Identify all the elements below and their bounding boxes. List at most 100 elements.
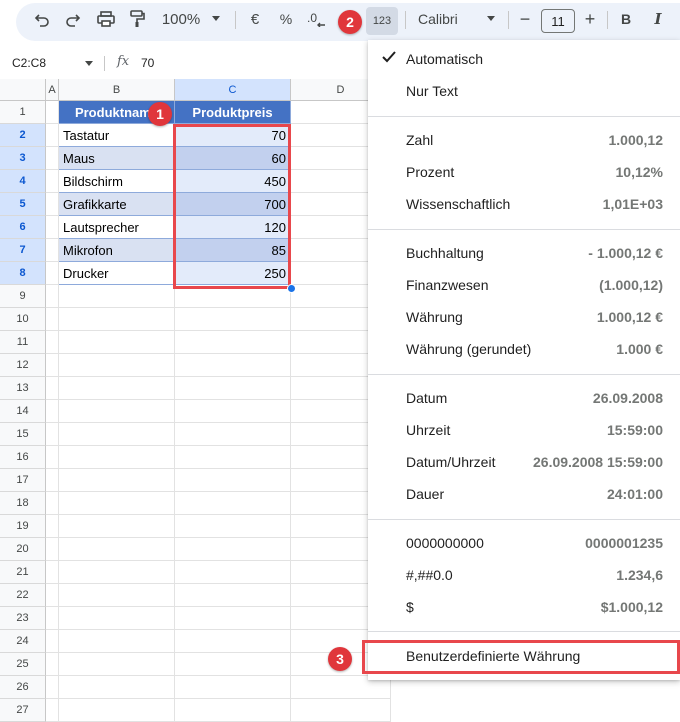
- row-header[interactable]: 14: [0, 400, 46, 423]
- grid-cell[interactable]: [46, 193, 59, 216]
- product-name-cell[interactable]: Maus: [59, 147, 175, 170]
- column-header-c[interactable]: C: [175, 79, 291, 101]
- grid-cell[interactable]: [46, 216, 59, 239]
- row-header[interactable]: 18: [0, 492, 46, 515]
- grid-cell[interactable]: [46, 331, 59, 354]
- grid-cell[interactable]: [46, 262, 59, 285]
- grid-cell[interactable]: [59, 354, 175, 377]
- row-header[interactable]: 12: [0, 354, 46, 377]
- grid-cell[interactable]: [59, 515, 175, 538]
- bold-button[interactable]: B: [616, 0, 636, 38]
- grid-cell[interactable]: [175, 607, 291, 630]
- grid-cell[interactable]: [175, 469, 291, 492]
- product-name-cell[interactable]: Bildschirm: [59, 170, 175, 193]
- grid-cell[interactable]: [46, 285, 59, 308]
- select-all-corner[interactable]: [0, 79, 46, 101]
- grid-cell[interactable]: [59, 699, 175, 722]
- print-icon[interactable]: [95, 0, 117, 38]
- chevron-down-icon[interactable]: [84, 61, 94, 67]
- grid-cell[interactable]: [175, 515, 291, 538]
- grid-cell[interactable]: [46, 147, 59, 170]
- grid-cell[interactable]: [59, 538, 175, 561]
- grid-cell[interactable]: [46, 515, 59, 538]
- row-header[interactable]: 27: [0, 699, 46, 722]
- menu-item-währung[interactable]: Währung 1.000,12 €: [368, 302, 680, 332]
- row-header[interactable]: 26: [0, 676, 46, 699]
- grid-cell[interactable]: [175, 653, 291, 676]
- row-header[interactable]: 15: [0, 423, 46, 446]
- percent-format-button[interactable]: %: [276, 0, 296, 38]
- menu-item-währung-gerundet[interactable]: Währung (gerundet) 1.000 €: [368, 334, 680, 364]
- grid-cell[interactable]: [59, 584, 175, 607]
- row-header[interactable]: 21: [0, 561, 46, 584]
- row-header[interactable]: 17: [0, 469, 46, 492]
- row-header[interactable]: 8: [0, 262, 46, 285]
- row-header[interactable]: 6: [0, 216, 46, 239]
- grid-cell[interactable]: [59, 607, 175, 630]
- grid-cell[interactable]: [59, 331, 175, 354]
- grid-cell[interactable]: [291, 699, 391, 722]
- grid-cell[interactable]: [59, 630, 175, 653]
- grid-cell[interactable]: [46, 492, 59, 515]
- grid-cell[interactable]: [46, 607, 59, 630]
- menu-item-finanzwesen[interactable]: Finanzwesen (1.000,12): [368, 270, 680, 300]
- grid-cell[interactable]: [46, 423, 59, 446]
- menu-item-zahl[interactable]: Zahl 1.000,12: [368, 125, 680, 155]
- grid-cell[interactable]: [59, 446, 175, 469]
- grid-cell[interactable]: [175, 331, 291, 354]
- grid-cell[interactable]: [175, 676, 291, 699]
- header-cell-produktpreis[interactable]: Produktpreis: [175, 101, 291, 124]
- grid-cell[interactable]: [46, 354, 59, 377]
- row-header[interactable]: 4: [0, 170, 46, 193]
- row-header[interactable]: 9: [0, 285, 46, 308]
- name-box[interactable]: C2:C8: [12, 56, 46, 70]
- more-formats-button[interactable]: 123: [366, 7, 398, 35]
- paint-format-icon[interactable]: [127, 0, 147, 38]
- grid-cell[interactable]: [46, 469, 59, 492]
- menu-item-0000000000[interactable]: 0000000000 0000001235: [368, 528, 680, 558]
- grid-cell[interactable]: [46, 308, 59, 331]
- grid-cell[interactable]: [46, 538, 59, 561]
- row-header[interactable]: 7: [0, 239, 46, 262]
- grid-cell[interactable]: [175, 538, 291, 561]
- product-name-cell[interactable]: Drucker: [59, 262, 175, 285]
- redo-icon[interactable]: [63, 0, 83, 38]
- row-header[interactable]: 3: [0, 147, 46, 170]
- grid-cell[interactable]: [59, 676, 175, 699]
- italic-button[interactable]: I: [648, 0, 668, 38]
- grid-cell[interactable]: [175, 423, 291, 446]
- menu-item-prozent[interactable]: Prozent 10,12%: [368, 157, 680, 187]
- menu-item-dauer[interactable]: Dauer 24:01:00: [368, 479, 680, 509]
- formula-input[interactable]: 70: [141, 56, 154, 70]
- grid-cell[interactable]: [46, 561, 59, 584]
- product-name-cell[interactable]: Lautsprecher: [59, 216, 175, 239]
- row-header[interactable]: 24: [0, 630, 46, 653]
- row-header[interactable]: 19: [0, 515, 46, 538]
- menu-item-datum-uhrzeit[interactable]: Datum/Uhrzeit 26.09.2008 15:59:00: [368, 447, 680, 477]
- column-header-b[interactable]: B: [59, 79, 175, 101]
- product-name-cell[interactable]: Tastatur: [59, 124, 175, 147]
- menu-item-uhrzeit[interactable]: Uhrzeit 15:59:00: [368, 415, 680, 445]
- grid-cell[interactable]: [46, 124, 59, 147]
- row-header[interactable]: 5: [0, 193, 46, 216]
- grid-cell[interactable]: [175, 630, 291, 653]
- currency-format-button[interactable]: €: [245, 0, 265, 38]
- fill-handle[interactable]: [287, 284, 296, 293]
- row-header[interactable]: 20: [0, 538, 46, 561]
- grid-cell[interactable]: [46, 446, 59, 469]
- grid-cell[interactable]: [59, 469, 175, 492]
- grid-cell[interactable]: [175, 308, 291, 331]
- grid-cell[interactable]: [175, 584, 291, 607]
- row-header[interactable]: 22: [0, 584, 46, 607]
- grid-cell[interactable]: [46, 676, 59, 699]
- grid-cell[interactable]: [175, 561, 291, 584]
- chevron-down-icon[interactable]: [208, 0, 224, 38]
- product-name-cell[interactable]: Mikrofon: [59, 239, 175, 262]
- grid-cell[interactable]: [46, 699, 59, 722]
- grid-cell[interactable]: [46, 653, 59, 676]
- chevron-down-icon[interactable]: [483, 0, 499, 38]
- menu-item-automatisch[interactable]: Automatisch: [368, 44, 680, 74]
- menu-item-nur-text[interactable]: Nur Text: [368, 76, 680, 106]
- grid-cell[interactable]: [59, 561, 175, 584]
- font-select[interactable]: Calibri: [418, 0, 480, 38]
